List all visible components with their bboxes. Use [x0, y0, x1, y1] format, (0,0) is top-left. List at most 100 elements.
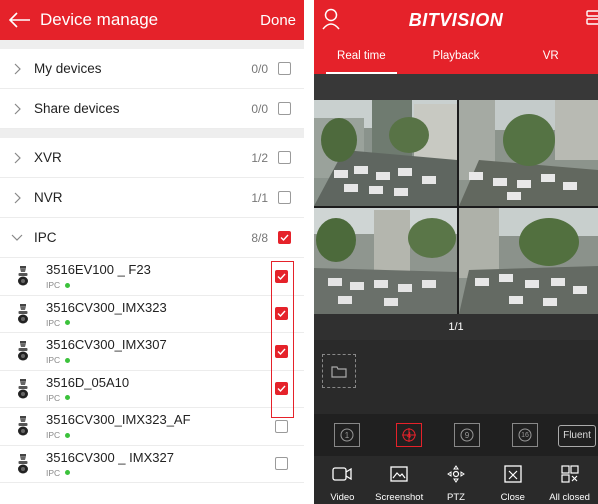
video-tile-4[interactable] [459, 208, 598, 314]
group-row[interactable]: NVR 1/1 [0, 178, 304, 218]
tab-playback[interactable]: Playback [409, 40, 504, 74]
device-status: IPC [46, 393, 275, 403]
device-status: IPC [46, 468, 275, 478]
toolbar-label: Close [500, 492, 525, 503]
stream-quality-button[interactable]: Fluent [558, 425, 596, 447]
device-type: IPC [46, 392, 61, 403]
device-row[interactable]: 3516D_05A10 IPC [0, 371, 304, 408]
device-camera-icon [0, 266, 46, 286]
close-window-icon [503, 465, 523, 488]
page-title: Device manage [40, 10, 159, 29]
camera-icon [18, 341, 28, 361]
chevron-right-icon [14, 103, 21, 114]
split-screen-bar: 1 4 9 16 Fluent [314, 414, 598, 456]
group-label: My devices [34, 61, 102, 76]
group-count: 1/1 [251, 190, 268, 205]
checkmark-icon [280, 234, 289, 242]
group-row[interactable]: XVR 1/2 [0, 138, 304, 178]
group-row[interactable]: IPC 8/8 [0, 218, 304, 258]
user-icon[interactable] [322, 8, 340, 30]
split-16-button[interactable]: 16 [512, 423, 538, 447]
chevron-right-icon [14, 192, 21, 203]
expand-toggle[interactable] [0, 151, 28, 165]
group-list: My devices 0/0 Share devices 0/0 [0, 49, 304, 129]
camera-icon [18, 266, 28, 286]
group-row[interactable]: My devices 0/0 [0, 49, 304, 89]
expand-toggle[interactable] [0, 191, 28, 205]
group-checkbox[interactable] [278, 231, 291, 244]
device-type-list: XVR 1/2 NVR 1/1 IPC 8/8 [0, 138, 304, 258]
split-4-button[interactable]: 4 [396, 423, 422, 447]
device-row[interactable]: 3516EV100 _ F23 IPC [0, 258, 304, 296]
device-row[interactable]: 3516CV300_IMX307 IPC [0, 333, 304, 371]
device-row[interactable]: 3516CV300_IMX323_AF IPC [0, 408, 304, 446]
device-checkbox[interactable] [275, 457, 288, 471]
page-indicator: 1/1 [448, 321, 464, 333]
group-count: 0/0 [251, 101, 268, 116]
device-status: IPC [46, 355, 275, 365]
group-label: Share devices [34, 101, 120, 116]
tab-vr[interactable]: VR [503, 40, 598, 74]
selection-highlight-box [271, 261, 294, 418]
toolbar-all-closed-button[interactable]: All closed [541, 458, 598, 504]
device-camera-icon [0, 303, 46, 324]
video-tile-1[interactable] [314, 100, 457, 206]
video-feed-4-image [459, 208, 598, 314]
split-9-label: 9 [464, 430, 470, 440]
expand-toggle[interactable] [0, 102, 28, 116]
expand-toggle[interactable] [0, 231, 28, 245]
split-1-button[interactable]: 1 [334, 423, 360, 447]
device-type: IPC [46, 467, 61, 478]
app-logo: BITVISION [408, 9, 504, 30]
add-folder-button[interactable] [322, 354, 356, 388]
device-checkbox[interactable] [275, 419, 288, 433]
chevron-right-icon [14, 152, 21, 163]
device-type: IPC [46, 355, 61, 366]
toolbar-screenshot-button[interactable]: Screenshot [371, 458, 428, 504]
close-all-icon [560, 465, 580, 488]
device-row[interactable]: 3516CV300 _ IMX327 IPC [0, 446, 304, 483]
camera-icon [18, 453, 28, 474]
chevron-down-icon [11, 234, 23, 241]
group-row[interactable]: Share devices 0/0 [0, 89, 304, 129]
video-tile-2[interactable] [459, 100, 598, 206]
device-type: IPC [46, 430, 61, 441]
control-area: 1 4 9 16 Fluent Video Screenshot PTZ Clo… [314, 340, 598, 504]
camera-icon [18, 416, 28, 436]
device-name: 3516CV300_IMX323 [46, 299, 167, 315]
device-info: 3516EV100 _ F23 IPC [46, 262, 275, 290]
tab-real-time[interactable]: Real time [314, 40, 409, 74]
device-list: 3516EV100 _ F23 IPC 3516CV300_IMX323 IPC 351… [0, 258, 304, 483]
live-view-panel: BITVISION Real time Playback VR 1/1 1 4 … [314, 0, 598, 504]
video-feed-3-image [314, 208, 457, 314]
group-checkbox[interactable] [278, 191, 291, 204]
bottom-toolbar: Video Screenshot PTZ Close All closed [314, 458, 598, 504]
group-checkbox[interactable] [278, 62, 291, 75]
online-status-dot [65, 395, 71, 401]
folder-icon [331, 365, 347, 378]
video-grid [314, 100, 598, 314]
menu-icon[interactable] [586, 9, 598, 31]
video-tile-3[interactable] [314, 208, 457, 314]
back-button[interactable] [0, 0, 40, 40]
device-info: 3516CV300 _ IMX327 IPC [46, 450, 275, 478]
toolbar-close-button[interactable]: Close [484, 458, 541, 504]
split-9-button[interactable]: 9 [454, 423, 480, 447]
toolbar-ptz-button[interactable]: PTZ [428, 458, 485, 504]
group-checkbox[interactable] [278, 102, 291, 115]
toolbar-video-button[interactable]: Video [314, 458, 371, 504]
device-row[interactable]: 3516CV300_IMX323 IPC [0, 296, 304, 333]
online-status-dot [65, 282, 71, 288]
camera-icon [18, 303, 28, 324]
online-status-dot [65, 470, 71, 476]
device-name: 3516D_05A10 [46, 374, 130, 390]
section-divider [0, 40, 304, 49]
toolbar-label: PTZ [447, 492, 465, 503]
done-button[interactable]: Done [260, 12, 296, 29]
group-label: NVR [34, 190, 63, 205]
toolbar-label: Screenshot [375, 492, 424, 503]
device-status: IPC [46, 318, 275, 328]
group-checkbox[interactable] [278, 151, 291, 164]
expand-toggle[interactable] [0, 62, 28, 76]
device-camera-icon [0, 341, 46, 361]
